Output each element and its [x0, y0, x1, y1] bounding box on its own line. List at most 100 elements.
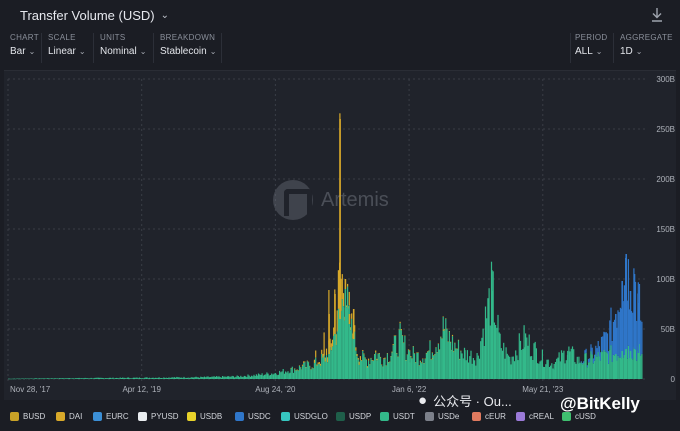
- bar-usdt: [313, 362, 316, 379]
- bar-usdt: [159, 378, 161, 379]
- bar-usdt: [178, 377, 180, 379]
- bar-usdt: [550, 365, 552, 379]
- bar-usdt: [59, 378, 61, 379]
- bar-usdt: [464, 350, 466, 379]
- bar-usdc: [583, 361, 585, 363]
- bar-usdt: [447, 341, 449, 379]
- aggregate-select[interactable]: AGGREGATE 1D ⌄: [616, 33, 674, 63]
- bar-usdt: [377, 353, 379, 379]
- period-select[interactable]: PERIOD ALL ⌄: [570, 33, 614, 63]
- bar-usdt: [483, 346, 485, 379]
- bar-dai: [312, 368, 314, 369]
- bar-usdt: [95, 377, 97, 379]
- bar-usdt: [259, 374, 261, 379]
- chart-type-value: Bar: [10, 46, 26, 57]
- bar-usdt: [317, 364, 319, 379]
- bar-usdt: [517, 360, 519, 379]
- legend-item-creal[interactable]: cREAL: [516, 412, 554, 421]
- legend-item-usdp[interactable]: USDP: [336, 412, 371, 421]
- bar-dai: [445, 318, 447, 319]
- bar-usdt: [441, 338, 443, 379]
- bar-dai: [370, 357, 372, 359]
- bar-usdt: [271, 373, 273, 379]
- chart-type-select[interactable]: CHART Bar ⌄: [6, 33, 42, 63]
- bar-dai: [297, 370, 299, 371]
- bar-dai: [406, 354, 408, 355]
- bar-dai: [362, 350, 364, 351]
- bar-usdt: [556, 358, 558, 379]
- legend-item-dai[interactable]: DAI: [56, 412, 82, 421]
- bar-dai: [399, 321, 401, 324]
- bar-usdt: [84, 377, 86, 379]
- legend-item-usdglo[interactable]: USDGLO: [281, 412, 328, 421]
- bar-usdc: [605, 332, 607, 352]
- legend-label: EURC: [106, 412, 129, 421]
- units-value: Nominal: [100, 46, 137, 57]
- bar-usdt: [618, 357, 620, 379]
- bar-usdt: [117, 378, 119, 379]
- units-select[interactable]: UNITS Nominal ⌄: [96, 33, 154, 63]
- bar-usdt: [471, 363, 473, 379]
- scale-select[interactable]: SCALE Linear ⌄: [44, 33, 94, 63]
- bar-dai: [459, 358, 461, 360]
- bar-usdt: [641, 353, 643, 379]
- bar-usdc: [619, 307, 621, 358]
- artemis-logo-icon: [273, 180, 313, 220]
- legend-item-usdb[interactable]: USDB: [187, 412, 222, 421]
- bar-usdt: [53, 378, 55, 379]
- bar-usdt: [600, 351, 603, 379]
- bar-usdt: [417, 352, 419, 379]
- chevron-down-icon: ⌄: [209, 47, 217, 56]
- bar-usdt: [532, 360, 534, 379]
- legend-item-usdc[interactable]: USDC: [235, 412, 271, 421]
- bar-usdt: [21, 378, 23, 379]
- bar-usdt: [603, 350, 605, 379]
- bar-usdc: [591, 347, 593, 355]
- chevron-down-icon: ⌄: [139, 47, 147, 56]
- scale-value: Linear: [48, 46, 76, 57]
- bar-dai: [407, 349, 410, 350]
- author-handle: @BitKelly: [560, 394, 640, 413]
- bar-usdt: [364, 358, 366, 379]
- bar-dai: [440, 336, 442, 338]
- bar-usdt: [525, 333, 527, 379]
- bar-usdt: [153, 378, 155, 379]
- bar-usdt: [500, 348, 502, 379]
- bar-usdt: [295, 370, 297, 379]
- legend-item-pyusd[interactable]: PYUSD: [138, 412, 179, 421]
- legend-item-busd[interactable]: BUSD: [10, 412, 45, 421]
- breakdown-select[interactable]: BREAKDOWN Stablecoin ⌄: [156, 33, 222, 63]
- transfer-volume-chart[interactable]: 0 50B 100B 150B 200B 250B 300B Nov 28, '17 Apr …: [4, 71, 676, 401]
- bar-usdt: [204, 376, 206, 379]
- bar-usdt: [70, 378, 72, 379]
- bar-usdt: [396, 353, 398, 379]
- chart-title-dropdown[interactable]: Transfer Volume (USD) ⌄: [20, 8, 169, 23]
- bar-usdt: [141, 378, 143, 379]
- legend-item-ceur[interactable]: cEUR: [472, 412, 506, 421]
- legend-item-eurc[interactable]: EURC: [93, 412, 129, 421]
- bar-usdc: [587, 358, 590, 363]
- bar-usdt: [455, 348, 457, 379]
- download-icon[interactable]: [650, 7, 664, 23]
- bar-usdt: [134, 377, 136, 379]
- bar-usdt: [347, 286, 349, 379]
- peak-bar-usdc: [633, 274, 636, 349]
- bar-usdt: [137, 378, 139, 379]
- bar-usdt: [400, 330, 402, 379]
- bar-dai: [425, 352, 427, 354]
- bar-dai: [303, 361, 305, 363]
- bar-usdt: [487, 298, 489, 379]
- bar-usdt: [509, 356, 511, 379]
- legend-item-usde[interactable]: USDe: [425, 412, 459, 421]
- bar-usdt: [565, 360, 567, 379]
- legend-item-usdt[interactable]: USDT: [380, 412, 415, 421]
- bar-usdt: [67, 378, 69, 379]
- bar-usdt: [246, 377, 248, 379]
- chart-type-label: CHART: [10, 33, 39, 42]
- bar-dai: [374, 354, 376, 355]
- bar-usdt: [403, 342, 405, 379]
- bar-usdt: [47, 378, 49, 379]
- bar-dai: [389, 361, 391, 363]
- bar-usdt: [551, 363, 553, 379]
- bar-usdt: [105, 378, 107, 379]
